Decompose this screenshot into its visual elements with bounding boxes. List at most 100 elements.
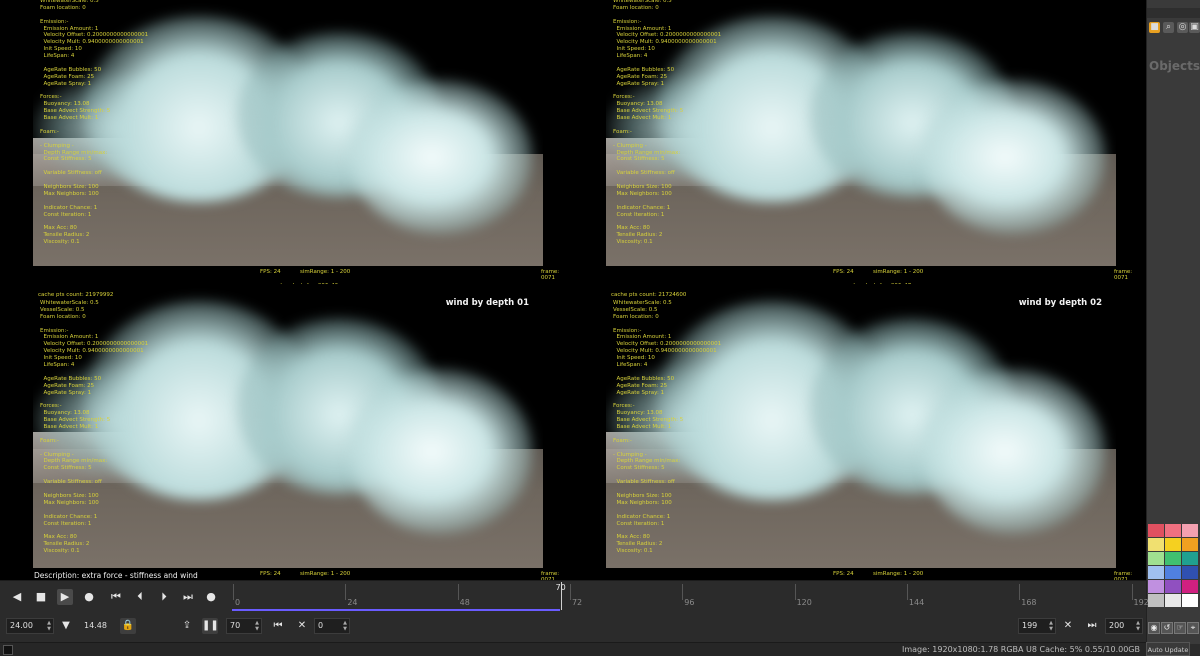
play-backward-button[interactable]: ◀ xyxy=(9,589,25,605)
render-splash xyxy=(922,369,1106,534)
color-swatch[interactable] xyxy=(1165,594,1181,607)
step-forward-button[interactable]: ⏵ xyxy=(156,589,172,605)
first-frame-button[interactable]: ⏮ xyxy=(108,589,124,605)
sim-label: .: WWATER SIM :. xyxy=(38,284,85,286)
last-frame-button[interactable]: ⏭ xyxy=(180,589,196,605)
color-swatch[interactable] xyxy=(1182,566,1198,579)
end-spin[interactable]: ▲ ▼ xyxy=(1135,620,1141,632)
out-spin[interactable]: ▲ ▼ xyxy=(1048,620,1054,632)
pin-icon[interactable]: ⌖ xyxy=(1187,622,1199,634)
color-swatch[interactable] xyxy=(1148,538,1164,551)
color-swatch[interactable] xyxy=(1165,552,1181,565)
fps-dropdown-icon[interactable]: ▼ xyxy=(58,618,74,634)
fps-readout: FPS: 24 xyxy=(833,269,854,275)
fps-readout: FPS: 24 xyxy=(260,571,281,577)
color-swatch[interactable] xyxy=(1165,566,1181,579)
stop-button[interactable]: ■ xyxy=(33,589,49,605)
color-swatch[interactable] xyxy=(1148,594,1164,607)
timeline-tick-label: 96 xyxy=(684,598,695,607)
pointer-icon[interactable]: ☞ xyxy=(1174,622,1186,634)
display-icon[interactable]: ▣ xyxy=(1189,22,1200,33)
timeline-controls: 24.00 ▲ ▼ ▼ 14.48 🔒 ⇪ ❚❚ 70 ▲ ▼ ⏮ ✕ 0 ▲ ▼ 1… xyxy=(0,612,1146,642)
color-swatch[interactable] xyxy=(1148,580,1164,593)
scope-icon[interactable]: ◎ xyxy=(1177,22,1188,33)
frame-spin[interactable]: ▲ ▼ xyxy=(254,620,260,632)
color-swatch[interactable] xyxy=(1182,552,1198,565)
clear-out-icon[interactable]: ✕ xyxy=(1060,618,1076,634)
sim-range-readout: simRange: 1 - 200 xyxy=(300,571,351,577)
color-swatch[interactable] xyxy=(1165,580,1181,593)
view-toggle-icon[interactable]: ◉ xyxy=(1148,622,1160,634)
increment-value: 0 xyxy=(318,621,324,630)
increment-spin[interactable]: ▲ ▼ xyxy=(342,620,348,632)
sim-range-readout: simRange: 1 - 200 xyxy=(873,571,924,577)
panel-buttons: ◉ ↺ ☞ ⌖ xyxy=(1148,622,1199,634)
loop-mode-icon[interactable]: ● xyxy=(81,589,97,605)
viewer-pane-top-right: WhitewaterScale: 0.5 Foam location: 0 Emis… xyxy=(573,0,1146,284)
pane-title: wind by depth 01 xyxy=(445,298,529,308)
color-swatch[interactable] xyxy=(1182,524,1198,537)
played-range xyxy=(232,609,560,611)
timeline-tick-label: 168 xyxy=(1021,598,1037,607)
auto-update-button[interactable]: Auto Update xyxy=(1146,642,1190,656)
timeline-ruler[interactable]: 0 24 48 72 96 120 144 168 192 70 xyxy=(229,582,1149,611)
sim-label: .: WWATER SIM :. xyxy=(611,284,658,286)
out-point-value: 199 xyxy=(1022,621,1038,630)
viewer-pane-bottom-left: .: WWATER SIM :. cache pts count: 2197999… xyxy=(0,284,573,580)
timeline-tick-label: 144 xyxy=(908,598,925,607)
timeline-tick-label: 120 xyxy=(796,598,812,607)
step-back-button[interactable]: ⏴ xyxy=(132,589,148,605)
in-point-icon[interactable]: ⏮ xyxy=(270,618,286,634)
render-frame xyxy=(33,0,543,266)
folder-icon[interactable]: ■ xyxy=(1149,22,1160,33)
export-icon[interactable]: ⇪ xyxy=(179,618,195,634)
fps-spin[interactable]: ▲ ▼ xyxy=(46,620,52,632)
color-swatch[interactable] xyxy=(1165,524,1181,537)
sim-range-readout: simRange: 1 - 200 xyxy=(873,269,924,275)
cache-count: cache pts count: 21724600 xyxy=(611,292,687,298)
status-indicator xyxy=(3,645,13,655)
frame-readout: frame: 0071 xyxy=(1114,571,1133,580)
color-swatch[interactable] xyxy=(1182,580,1198,593)
fps-readout: FPS: 24 xyxy=(833,571,854,577)
timeline-tick xyxy=(682,584,684,600)
timeline-tick-label: 0 xyxy=(235,598,241,607)
timeline-tick-label: 72 xyxy=(571,598,583,607)
current-frame-field[interactable]: 70 ▲ ▼ xyxy=(226,618,262,634)
render-frame xyxy=(606,284,1116,568)
side-panel: ■ ⌕ ◎ ▣ Objects xyxy=(1146,0,1200,644)
fps-field[interactable]: 24.00 ▲ ▼ xyxy=(6,618,54,634)
render-splash xyxy=(349,369,533,534)
color-swatch[interactable] xyxy=(1148,552,1164,565)
timeline-tick-label: 48 xyxy=(459,598,470,607)
description-text: Description: extra force - stiffness and… xyxy=(34,571,198,580)
color-swatch[interactable] xyxy=(1148,524,1164,537)
out-point-icon[interactable]: ⏭ xyxy=(1084,618,1100,634)
viewer-pane-bottom-right: .: WWATER SIM :. cache pts count: 2172460… xyxy=(573,284,1146,580)
render-frame xyxy=(606,0,1116,266)
out-point-field[interactable]: 199 ▲ ▼ xyxy=(1018,618,1056,634)
lock-icon[interactable]: 🔒 xyxy=(120,618,136,634)
clear-in-icon[interactable]: ✕ xyxy=(294,618,310,634)
play-forward-button[interactable]: ▶ xyxy=(57,589,73,605)
sim-range-readout: simRange: 1 - 200 xyxy=(300,269,351,275)
color-swatch[interactable] xyxy=(1182,538,1198,551)
undo-icon[interactable]: ↺ xyxy=(1161,622,1173,634)
viewer[interactable]: WhitewaterScale: 0.5 Foam location: 0 Emis… xyxy=(0,0,1146,580)
color-swatch[interactable] xyxy=(1148,566,1164,579)
color-swatch[interactable] xyxy=(1182,594,1198,607)
increment-field[interactable]: 0 ▲ ▼ xyxy=(314,618,350,634)
pane-title: wind by depth 02 xyxy=(1018,298,1102,308)
pause-button[interactable]: ❚❚ xyxy=(202,618,219,634)
end-frame-value: 200 xyxy=(1109,621,1125,630)
current-frame-value: 70 xyxy=(230,621,241,630)
timeline-tick xyxy=(345,584,347,600)
playback-mode-icon[interactable]: ● xyxy=(203,589,219,605)
timeline-tick xyxy=(457,584,459,600)
panel-toolbar-top xyxy=(1147,8,1200,18)
fps-actual-display: 14.48 xyxy=(80,618,114,634)
color-swatch[interactable] xyxy=(1165,538,1181,551)
search-icon[interactable]: ⌕ xyxy=(1163,22,1174,33)
pane-footer: FPS: 24 simRange: 1 - 200 frame: 0071 xyxy=(573,570,1146,580)
end-frame-field[interactable]: 200 ▲ ▼ xyxy=(1105,618,1143,634)
